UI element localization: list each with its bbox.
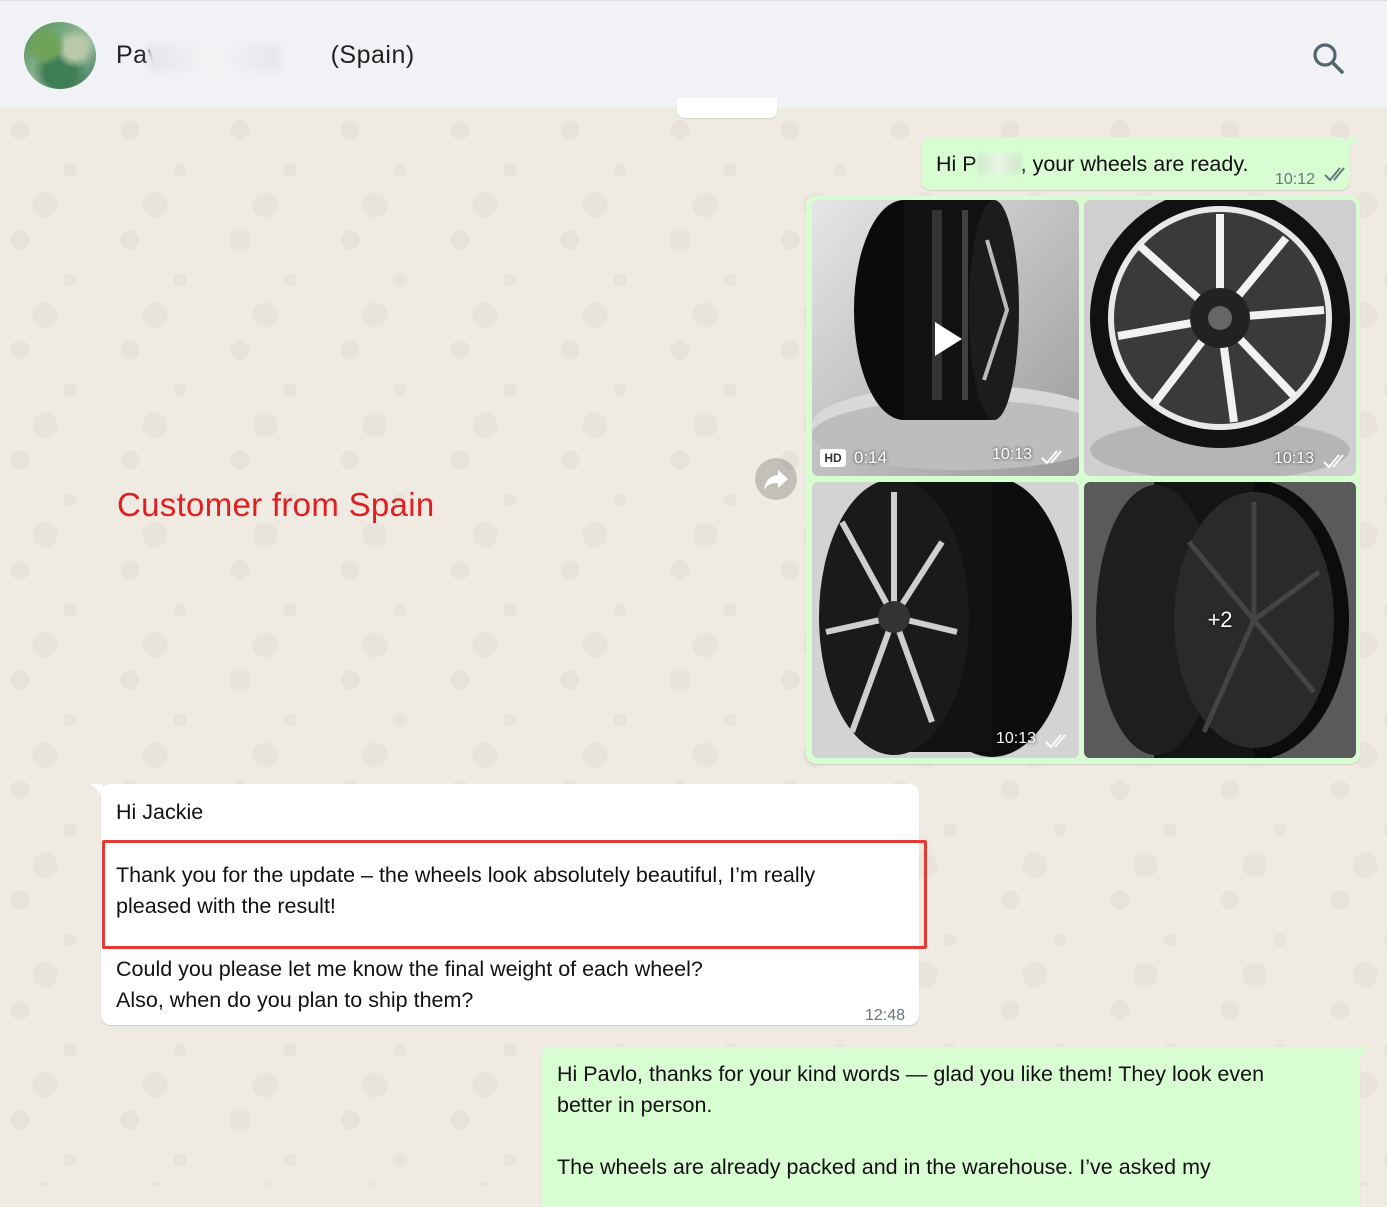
highlight-box: [102, 840, 927, 949]
contact-name-suffix: (Spain): [330, 41, 415, 69]
redacted-name: [976, 154, 1021, 174]
message-bubble-outgoing[interactable]: Hi P, your wheels are ready. 10:12: [921, 137, 1360, 190]
blurred-name: [148, 45, 280, 71]
wheel-angle-image: [812, 482, 1079, 758]
video-thumbnail[interactable]: HD 0:14 10:13: [812, 200, 1079, 476]
chat-header[interactable]: Pav (Spain): [0, 0, 1387, 108]
media-time: 10:13: [1274, 450, 1315, 467]
annotation-label: Customer from Spain: [117, 486, 435, 523]
avatar[interactable]: [24, 22, 96, 89]
read-ticks-icon: [1324, 167, 1345, 182]
read-ticks-icon: [1045, 734, 1066, 749]
forward-icon: [764, 470, 788, 490]
media-time: 10:13: [996, 730, 1037, 747]
message-text-line: The wheels are already packed and in the…: [557, 1155, 1211, 1179]
read-ticks-icon: [1323, 454, 1344, 469]
read-ticks-icon: [1041, 450, 1062, 465]
wheel-front-image: [1084, 200, 1356, 476]
message-time: 10:12: [1275, 171, 1316, 188]
search-button[interactable]: [1308, 39, 1348, 79]
date-chip: [677, 98, 777, 118]
photo-thumbnail[interactable]: 10:13: [1084, 200, 1356, 476]
message-text-line: better in person.: [557, 1093, 713, 1117]
photo-thumbnail-more[interactable]: +2: [1084, 482, 1356, 758]
hd-badge: HD: [820, 449, 846, 467]
message-bubble-outgoing[interactable]: Hi Pavlo, thanks for your kind words — g…: [541, 1047, 1370, 1207]
message-text-line: Hi Pavlo, thanks for your kind words — g…: [557, 1062, 1265, 1086]
message-text-line: Also, when do you plan to ship them?: [116, 988, 474, 1012]
video-duration: 0:14: [854, 448, 888, 467]
search-icon: [1313, 43, 1344, 74]
play-icon[interactable]: [922, 314, 972, 364]
photo-thumbnail[interactable]: 10:13: [812, 482, 1079, 758]
message-text-line: Could you please let me know the final w…: [116, 957, 703, 981]
message-time: 12:48: [865, 1007, 906, 1024]
media-album[interactable]: HD 0:14 10:13 10:13 10:13 +2: [806, 196, 1360, 764]
media-time: 10:13: [992, 446, 1033, 463]
more-media-count: +2: [1207, 607, 1233, 632]
message-text-line: Hi Jackie: [116, 800, 204, 824]
forward-button[interactable]: [755, 458, 797, 500]
